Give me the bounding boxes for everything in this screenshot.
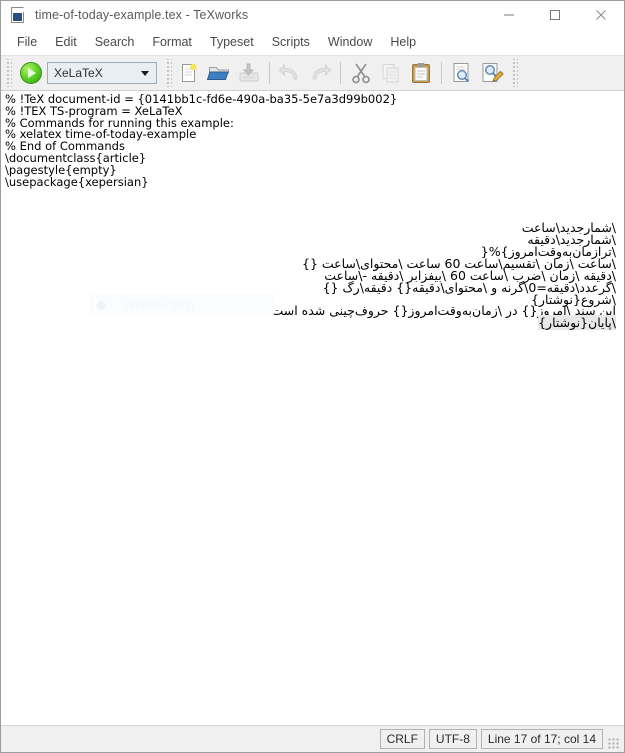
close-button[interactable]: [578, 1, 624, 30]
menu-bar: File Edit Search Format Typeset Scripts …: [1, 30, 624, 55]
window-snip-overlay: Window Snip: [89, 294, 274, 316]
encoding-indicator[interactable]: UTF-8: [428, 729, 477, 749]
find-button[interactable]: [448, 59, 476, 87]
open-file-button[interactable]: [205, 59, 233, 87]
new-document-button[interactable]: [175, 59, 203, 87]
menu-window[interactable]: Window: [319, 32, 381, 52]
status-bar: CRLF UTF-8 Line 17 of 17; col 14: [1, 725, 624, 752]
save-file-button: [235, 59, 263, 87]
editor-line[interactable]: \usepackage{xepersian}: [5, 176, 620, 189]
menu-format[interactable]: Format: [143, 32, 201, 52]
maximize-button[interactable]: [532, 1, 578, 30]
text-editor[interactable]: % !TeX document-id = {0141bb1c-fd6e-490a…: [1, 91, 624, 725]
title-bar: time-of-today-example.tex - TeXworks: [1, 1, 624, 30]
snip-dot-icon: [97, 300, 106, 310]
tex-document-icon: [11, 7, 27, 23]
toolbar-separator-1: [269, 62, 270, 84]
window-controls: [486, 1, 624, 30]
typeset-run-button[interactable]: [20, 62, 42, 84]
menu-scripts[interactable]: Scripts: [263, 32, 319, 52]
main-toolbar: XeLaTeX: [1, 55, 624, 91]
texworks-window: time-of-today-example.tex - TeXworks Fil…: [0, 0, 625, 753]
menu-search[interactable]: Search: [86, 32, 144, 52]
chevron-down-icon: [141, 70, 149, 76]
redo-button: [306, 59, 334, 87]
menu-typeset[interactable]: Typeset: [201, 32, 263, 52]
cursor-position-indicator[interactable]: Line 17 of 17; col 14: [480, 729, 603, 749]
cut-button[interactable]: [347, 59, 375, 87]
editor-line-blank[interactable]: [5, 188, 620, 200]
undo-button: [276, 59, 304, 87]
window-snip-label: Window Snip: [124, 298, 195, 312]
menu-edit[interactable]: Edit: [46, 32, 86, 52]
engine-select-value: XeLaTeX: [54, 66, 103, 80]
copy-button: [377, 59, 405, 87]
toolbar-end-grip-handle[interactable]: [511, 59, 518, 87]
resize-grip[interactable]: [608, 738, 620, 750]
minimize-button[interactable]: [486, 1, 532, 30]
paste-button[interactable]: [407, 59, 435, 87]
toolbar-grip-handle[interactable]: [5, 59, 12, 87]
selected-text: \پایان{نوشتار}: [538, 315, 616, 331]
menu-help[interactable]: Help: [381, 32, 425, 52]
play-triangle-icon: [28, 68, 36, 78]
engine-select[interactable]: XeLaTeX: [47, 62, 157, 84]
editor-line-selected[interactable]: \پایان{نوشتار}: [5, 315, 620, 331]
toolbar-separator-2: [340, 62, 341, 84]
toolbar-separator-3: [441, 62, 442, 84]
menu-file[interactable]: File: [8, 32, 46, 52]
edit-toolbar-grip-handle[interactable]: [165, 59, 172, 87]
replace-button[interactable]: [478, 59, 506, 87]
line-ending-indicator[interactable]: CRLF: [379, 729, 425, 749]
editor-line[interactable]: \گرعدد\دقیقه=0\گرنه و \محتوای\دقیقه{} دق…: [5, 281, 620, 294]
window-title: time-of-today-example.tex - TeXworks: [35, 8, 249, 22]
